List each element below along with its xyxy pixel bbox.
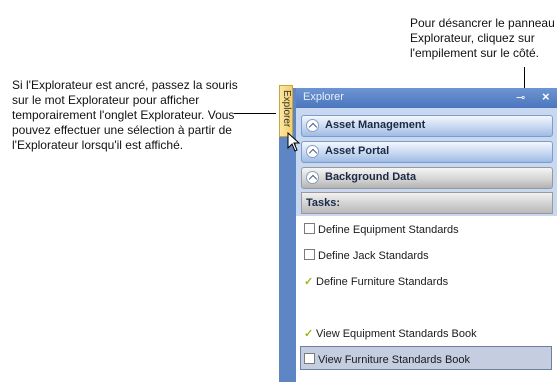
task-define-jack-standards[interactable]: Define Jack Standards [304, 249, 429, 265]
task-list: Define Equipment Standards Define Jack S… [296, 216, 557, 382]
checkmark-icon: ✓ [304, 328, 314, 340]
explorer-title-bar: Explorer ⊸ × [296, 88, 557, 108]
group-label: Background Data [325, 171, 417, 183]
task-label: Define Furniture Standards [316, 276, 449, 288]
explorer-title: Explorer [303, 91, 344, 103]
task-view-equipment-standards-book[interactable]: ✓ View Equipment Standards Book [304, 327, 477, 343]
group-background-data[interactable]: Background Data [301, 167, 553, 189]
explorer-tab-label: Explorer [281, 90, 292, 128]
task-label: Define Jack Standards [318, 250, 429, 262]
task-label: Define Equipment Standards [318, 224, 459, 236]
callout-hover-explorer: Si l'Explorateur est ancré, passez la so… [12, 78, 257, 153]
group-label: Asset Management [325, 119, 426, 131]
tasks-header: Tasks: [301, 192, 553, 214]
explorer-panel-body: Explorer ⊸ × Asset Management Asset Port… [296, 88, 557, 382]
task-define-equipment-standards[interactable]: Define Equipment Standards [304, 223, 459, 239]
chevron-up-icon [306, 145, 319, 158]
group-asset-portal[interactable]: Asset Portal [301, 141, 553, 163]
leader-line-left [234, 113, 276, 114]
checkbox-icon [304, 353, 315, 364]
tasks-header-label: Tasks: [306, 197, 341, 209]
checkmark-icon: ✓ [304, 276, 314, 288]
group-asset-management[interactable]: Asset Management [301, 115, 553, 137]
explorer-tab[interactable]: Explorer [279, 85, 293, 137]
mouse-cursor-icon [287, 132, 301, 152]
group-label: Asset Portal [325, 145, 390, 157]
checkbox-icon [304, 223, 315, 234]
task-define-furniture-standards[interactable]: ✓ Define Furniture Standards [304, 275, 448, 291]
explorer-panel: Explorer ⊸ × Asset Management Asset Port… [279, 88, 557, 382]
checkbox-icon [304, 249, 315, 260]
task-view-furniture-standards-book[interactable]: View Furniture Standards Book [304, 353, 470, 369]
close-icon[interactable]: × [542, 89, 550, 104]
pin-icon[interactable]: ⊸ [516, 91, 525, 104]
chevron-up-icon [306, 171, 319, 184]
chevron-up-icon [306, 119, 319, 132]
callout-undock-explorer: Pour désancrer le panneau Explorateur, c… [410, 16, 555, 61]
task-label: View Furniture Standards Book [318, 354, 471, 366]
task-label: View Equipment Standards Book [316, 328, 477, 340]
